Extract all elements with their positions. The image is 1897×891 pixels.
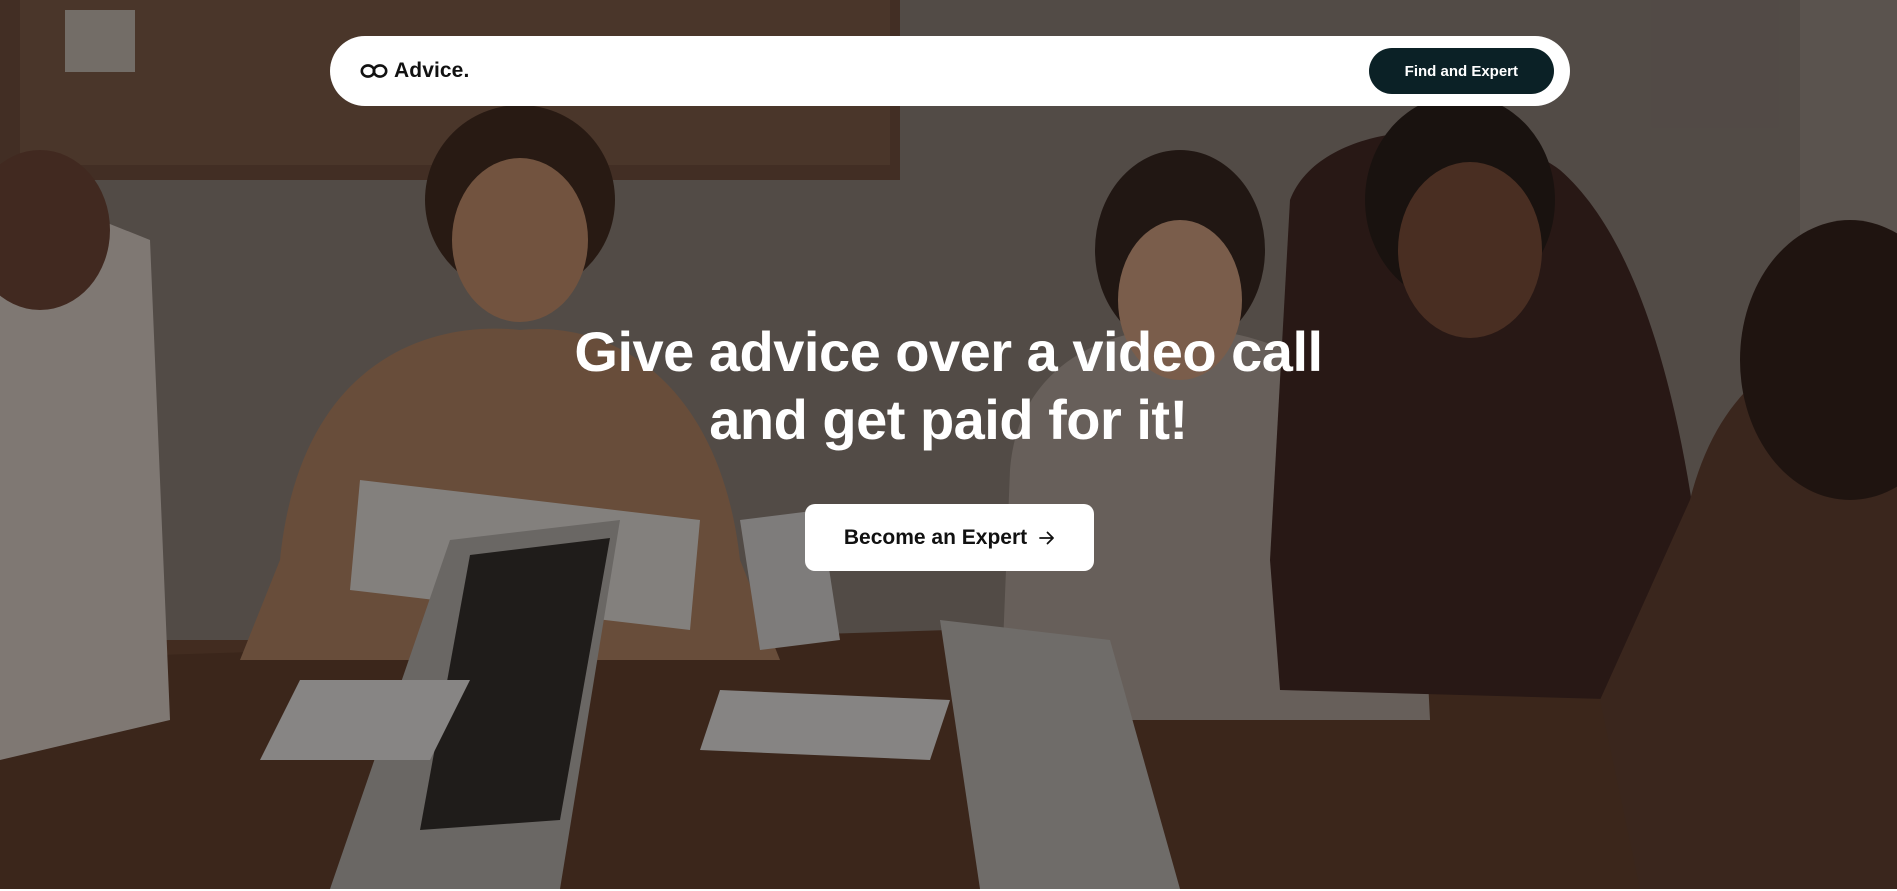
find-expert-button[interactable]: Find and Expert	[1368, 48, 1554, 94]
brand-logo[interactable]: Advice.	[360, 59, 469, 83]
headline-line-2: and get paid for it!	[709, 388, 1188, 451]
brand-name: Advice.	[394, 59, 470, 82]
become-expert-label: Become an Expert	[843, 525, 1028, 549]
arrow-right-icon	[1039, 531, 1055, 544]
hero-section: Advice. Find and Expert Give advice over…	[0, 0, 1897, 889]
top-navbar: Advice. Find and Expert	[330, 36, 1570, 106]
infinity-link-icon	[360, 64, 388, 78]
headline-line-1: Give advice over a video call	[574, 320, 1323, 383]
become-expert-button[interactable]: Become an Expert	[805, 504, 1094, 571]
hero-headline: Give advice over a video call and get pa…	[0, 318, 1897, 454]
